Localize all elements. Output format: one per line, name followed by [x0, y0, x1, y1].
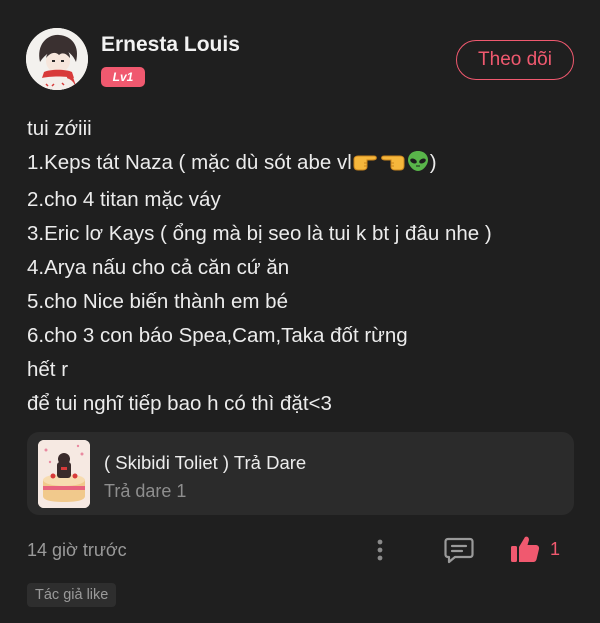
post-line: 5.cho Nice biến thành em bé — [27, 290, 288, 313]
linked-dare-card[interactable]: ( Skibidi Toliet ) Trả Dare Trả dare 1 — [27, 432, 574, 515]
level-badge: Lv1 — [101, 67, 145, 87]
post-line: 2.cho 4 titan mặc váy — [27, 188, 221, 211]
post-content: tui zớiii 1.Keps tát Naza ( mặc dù sót a… — [27, 112, 587, 421]
pointing-right-hand-icon — [352, 149, 378, 183]
thumbs-up-icon — [511, 536, 540, 562]
alien-face-icon — [406, 149, 430, 183]
comment-button[interactable] — [443, 535, 475, 565]
post-line: 6.cho 3 con báo Spea,Cam,Taka đốt rừng — [27, 324, 408, 347]
post-line: 1.Keps tát Naza ( mặc dù sót abe vl ) — [27, 146, 587, 183]
like-count: 1 — [550, 538, 561, 559]
post-line: 3.Eric lơ Kays ( ổng mà bị seo là tui k … — [27, 222, 492, 245]
author-avatar[interactable] — [26, 28, 88, 90]
post-line-text: 1.Keps tát Naza ( mặc dù sót abe vl — [27, 151, 352, 174]
post-line: 4.Arya nấu cho cả căn cứ ăn — [27, 256, 290, 279]
comment-bubble-icon — [444, 537, 474, 564]
post-line: hết r — [27, 358, 69, 381]
cake-thumbnail — [38, 440, 90, 508]
post-line-suffix: ) — [429, 151, 437, 174]
pointing-left-hand-icon — [378, 149, 406, 183]
like-button[interactable]: 1 — [510, 533, 560, 565]
author-name[interactable]: Ernesta Louis — [101, 33, 240, 57]
post-card: Ernesta Louis Lv1 Theo dõi tui zớiii 1.K… — [0, 0, 600, 623]
more-options-button[interactable] — [368, 536, 392, 564]
post-timestamp: 14 giờ trước — [27, 540, 127, 560]
post-line: để tui nghĩ tiếp bao h có thì đặt<3 — [27, 392, 332, 415]
post-line: tui zớiii — [27, 117, 92, 140]
linked-dare-subtitle: Trả dare 1 — [104, 481, 187, 501]
follow-button[interactable]: Theo dõi — [456, 40, 574, 80]
author-like-tag: Tác giả like — [27, 583, 117, 607]
vertical-dots-icon — [377, 539, 383, 561]
linked-dare-title: ( Skibidi Toliet ) Trả Dare — [104, 452, 307, 473]
